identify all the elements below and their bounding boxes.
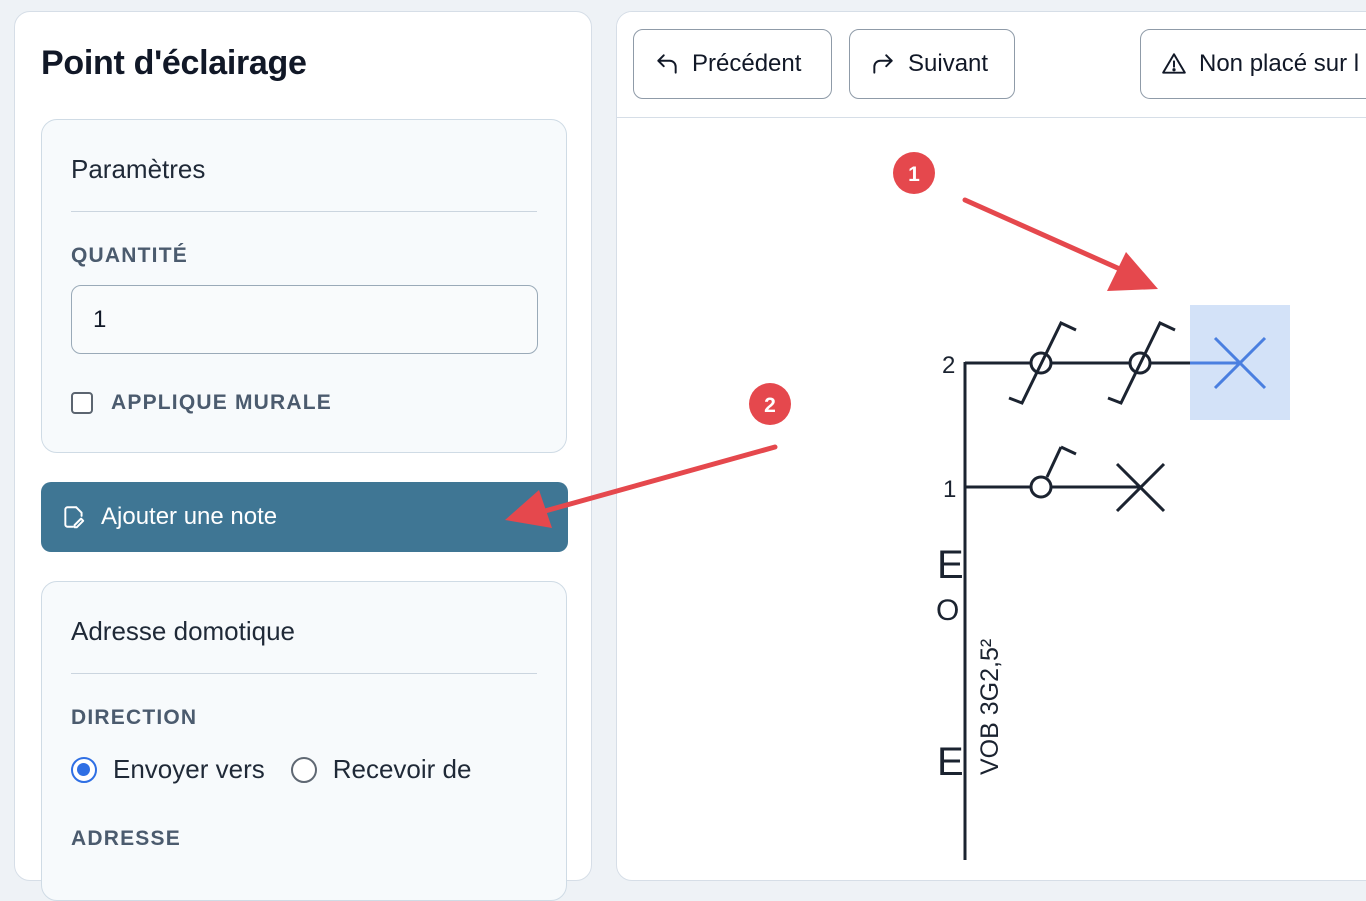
annotation-arrow-1 bbox=[962, 197, 1158, 291]
badge-number: 1 bbox=[908, 163, 920, 186]
annotation-badge-1: 1 bbox=[893, 152, 935, 194]
symbol-letter-e: E bbox=[937, 740, 964, 784]
annotation-badge-2: 2 bbox=[749, 383, 791, 425]
switch-symbol[interactable] bbox=[1029, 445, 1077, 499]
badge-number: 2 bbox=[764, 394, 776, 417]
symbol-letter-o: O bbox=[936, 594, 959, 627]
annotation-arrow-2 bbox=[505, 444, 778, 528]
cable-label: VOB 3G2,5² bbox=[976, 639, 1004, 775]
circuit-label-2: 2 bbox=[942, 352, 955, 379]
circuit-label-1: 1 bbox=[943, 476, 956, 503]
schematic-drawing: 2 1 E O E VOB 3G2,5² 1 2 bbox=[505, 152, 1290, 860]
symbol-letter-e: E bbox=[937, 543, 964, 587]
